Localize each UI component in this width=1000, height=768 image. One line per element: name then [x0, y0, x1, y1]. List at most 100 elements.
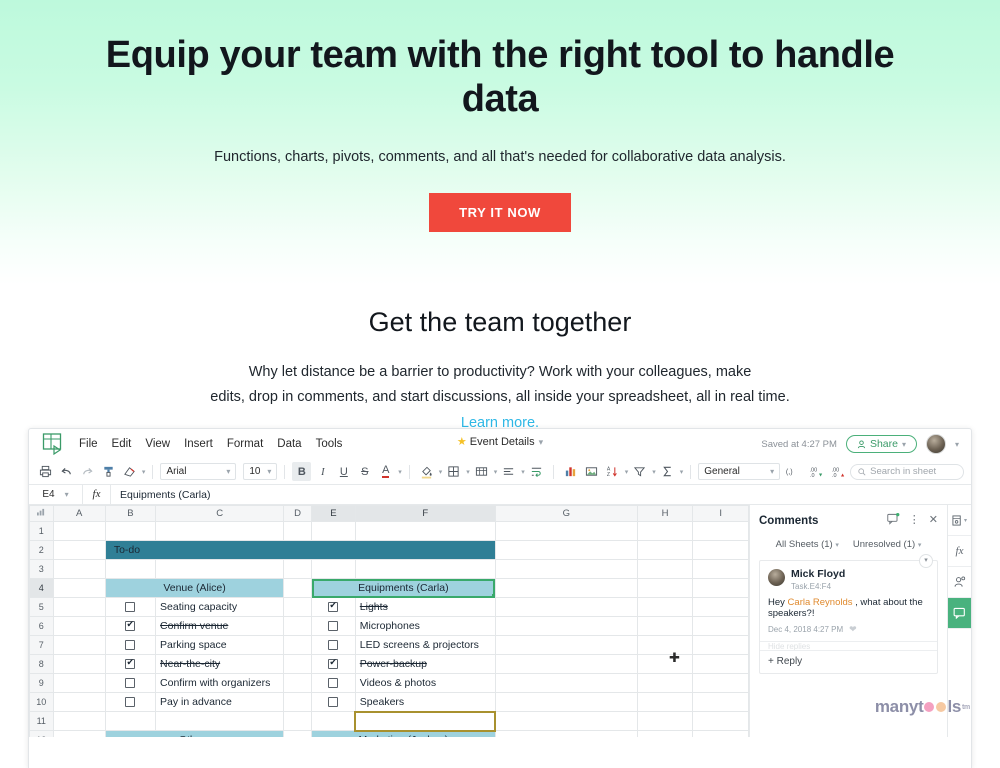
task-cell[interactable]: LED screens & projectors — [355, 636, 495, 655]
name-box[interactable]: E4 ▾ — [29, 485, 83, 504]
menu-edit[interactable]: Edit — [112, 438, 132, 450]
font-size-select[interactable]: 10 ▾ — [243, 463, 277, 480]
checkbox-cell[interactable] — [312, 598, 356, 617]
cell[interactable] — [495, 560, 637, 579]
cell[interactable] — [312, 712, 356, 731]
cell[interactable] — [53, 693, 105, 712]
task-cell[interactable]: Seating capacity — [156, 598, 284, 617]
align-icon[interactable] — [499, 462, 518, 481]
cell[interactable] — [637, 674, 693, 693]
others-group-header[interactable]: Others — [105, 731, 283, 738]
column-header-g[interactable]: G — [495, 506, 637, 522]
cell[interactable] — [495, 712, 637, 731]
chevron-down-icon[interactable]: ▾ — [398, 468, 402, 476]
cell[interactable] — [53, 579, 105, 598]
active-edit-cell[interactable] — [355, 712, 495, 731]
cell[interactable] — [637, 712, 693, 731]
task-cell[interactable]: Power-backup — [355, 655, 495, 674]
sum-icon[interactable] — [658, 462, 677, 481]
cell[interactable] — [495, 636, 637, 655]
more-options-icon[interactable]: ⋮ — [909, 515, 920, 526]
cell[interactable] — [637, 636, 693, 655]
menu-format[interactable]: Format — [227, 438, 263, 450]
task-cell[interactable]: Microphones — [355, 617, 495, 636]
font-family-select[interactable]: Arial ▾ — [160, 463, 236, 480]
functions-icon[interactable]: fx — [948, 536, 972, 567]
chevron-down-icon[interactable]: ▾ — [539, 437, 544, 447]
column-header-h[interactable]: H — [637, 506, 693, 522]
checkbox-icon[interactable] — [125, 602, 135, 612]
chevron-down-icon[interactable]: ▾ — [652, 468, 656, 476]
cell[interactable] — [156, 712, 284, 731]
checkbox-icon[interactable] — [125, 621, 135, 631]
checkbox-cell[interactable] — [312, 617, 356, 636]
hidden-replies-row[interactable]: Hide replies — [760, 641, 937, 650]
image-icon[interactable] — [582, 462, 601, 481]
column-header-a[interactable]: A — [53, 506, 105, 522]
number-format-select[interactable]: General ▾ — [698, 463, 780, 480]
print-icon[interactable] — [36, 462, 55, 481]
borders-icon[interactable] — [444, 462, 463, 481]
cell[interactable] — [495, 579, 637, 598]
cell[interactable] — [693, 674, 749, 693]
cell[interactable] — [312, 522, 356, 541]
task-cell[interactable]: Parking space — [156, 636, 284, 655]
cell[interactable] — [693, 541, 749, 560]
column-header-e[interactable]: E — [312, 506, 356, 522]
cell[interactable] — [53, 731, 105, 738]
column-header-c[interactable]: C — [156, 506, 284, 522]
redo-icon[interactable] — [78, 462, 97, 481]
checkbox-icon[interactable] — [328, 659, 338, 669]
row-header[interactable]: 9 — [30, 674, 54, 693]
task-cell[interactable]: Confirm venue — [156, 617, 284, 636]
collaborators-icon[interactable] — [948, 567, 972, 598]
checkbox-cell[interactable] — [105, 674, 155, 693]
menu-tools[interactable]: Tools — [316, 438, 343, 450]
cell[interactable] — [693, 522, 749, 541]
chevron-down-icon[interactable]: ▾ — [521, 468, 525, 476]
checkbox-icon[interactable] — [328, 678, 338, 688]
cell[interactable] — [284, 522, 312, 541]
menu-view[interactable]: View — [145, 438, 170, 450]
cell[interactable] — [156, 560, 284, 579]
spreadsheet-grid[interactable]: A B C D E F G H I 1 2 To-do — [29, 505, 749, 737]
add-comment-icon[interactable] — [887, 513, 900, 528]
checkbox-cell[interactable] — [105, 636, 155, 655]
cell[interactable] — [637, 541, 693, 560]
text-wrap-icon[interactable] — [527, 462, 546, 481]
strikethrough-button[interactable]: S — [355, 462, 374, 481]
row-header[interactable]: 10 — [30, 693, 54, 712]
cell[interactable] — [53, 560, 105, 579]
cell[interactable] — [693, 636, 749, 655]
cell[interactable] — [637, 598, 693, 617]
increase-decimal-icon[interactable]: .00.0 — [828, 462, 848, 481]
filter-icon[interactable] — [630, 462, 649, 481]
cell[interactable] — [105, 522, 155, 541]
cell[interactable] — [53, 598, 105, 617]
cell[interactable] — [53, 655, 105, 674]
equipments-group-header[interactable]: Equipments (Carla) — [312, 579, 496, 598]
cell[interactable] — [53, 522, 105, 541]
checkbox-icon[interactable] — [125, 640, 135, 650]
underline-button[interactable]: U — [334, 462, 353, 481]
row-header[interactable]: 6 — [30, 617, 54, 636]
todo-banner[interactable]: To-do — [105, 541, 495, 560]
task-cell[interactable]: Videos & photos — [355, 674, 495, 693]
cell[interactable] — [284, 598, 312, 617]
cell[interactable] — [105, 560, 155, 579]
cell[interactable] — [637, 693, 693, 712]
cell[interactable] — [637, 560, 693, 579]
clear-formatting-icon[interactable] — [120, 462, 139, 481]
row-header[interactable]: 11 — [30, 712, 54, 731]
row-header[interactable]: 12 — [30, 731, 54, 738]
text-color-button[interactable]: A — [376, 462, 395, 481]
cell[interactable] — [312, 560, 356, 579]
cell[interactable] — [284, 560, 312, 579]
formula-input[interactable]: Equipments (Carla) — [111, 489, 971, 501]
checkbox-cell[interactable] — [105, 598, 155, 617]
task-cell[interactable]: Speakers — [355, 693, 495, 712]
merge-cells-icon[interactable] — [472, 462, 491, 481]
checkbox-icon[interactable] — [328, 621, 338, 631]
sheet-properties-icon[interactable]: ▾ — [948, 505, 972, 536]
comma-format-icon[interactable]: (,) — [782, 462, 804, 481]
